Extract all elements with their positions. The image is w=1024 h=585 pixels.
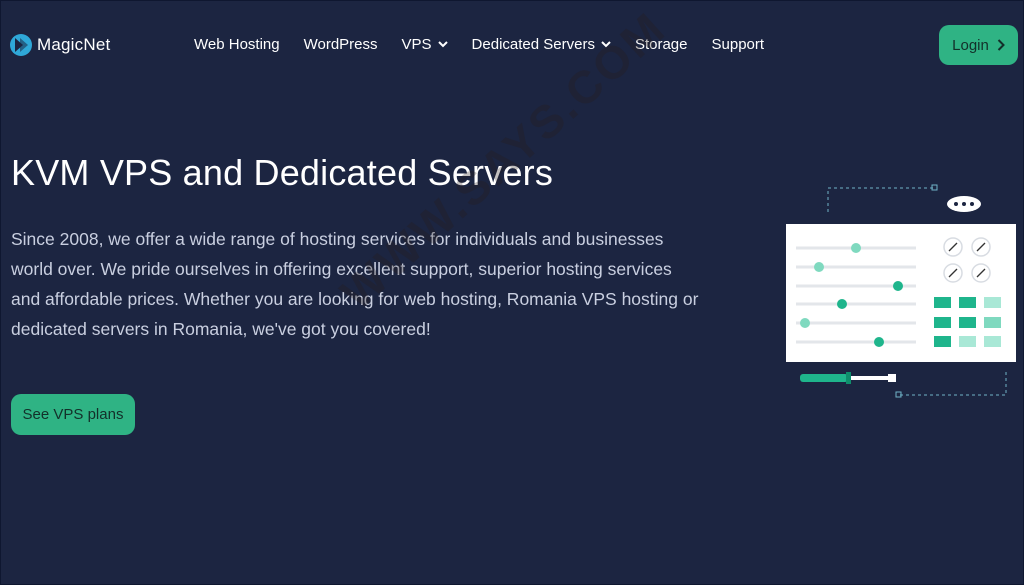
brand-logo[interactable]: MagicNet <box>10 34 110 56</box>
chevron-right-icon <box>997 39 1005 51</box>
cloud-icon <box>947 196 981 212</box>
nav-item-support[interactable]: Support <box>712 36 765 53</box>
chevron-down-icon <box>437 41 448 48</box>
screwdriver-icon <box>800 372 896 384</box>
nav-item-label: Support <box>711 36 765 53</box>
nav-item-vps[interactable]: VPS <box>402 36 448 53</box>
brand-name: MagicNet <box>37 35 111 54</box>
nav-item-label: Dedicated Servers <box>471 36 595 53</box>
see-vps-plans-button[interactable]: See VPS plans <box>11 394 135 435</box>
main-nav: Web Hosting WordPress VPS Dedicated Serv… <box>194 36 788 53</box>
cta-label: See VPS plans <box>22 406 124 423</box>
magicnet-logo-icon <box>10 34 32 56</box>
login-button[interactable]: Login <box>939 25 1018 65</box>
nav-item-label: VPS <box>401 36 432 53</box>
nav-item-label: WordPress <box>303 36 378 53</box>
login-label: Login <box>952 36 989 54</box>
server-control-panel-illustration <box>786 184 1016 398</box>
nav-item-web-hosting[interactable]: Web Hosting <box>194 36 280 53</box>
nav-item-wordpress[interactable]: WordPress <box>304 36 378 53</box>
nav-item-label: Web Hosting <box>194 36 280 53</box>
